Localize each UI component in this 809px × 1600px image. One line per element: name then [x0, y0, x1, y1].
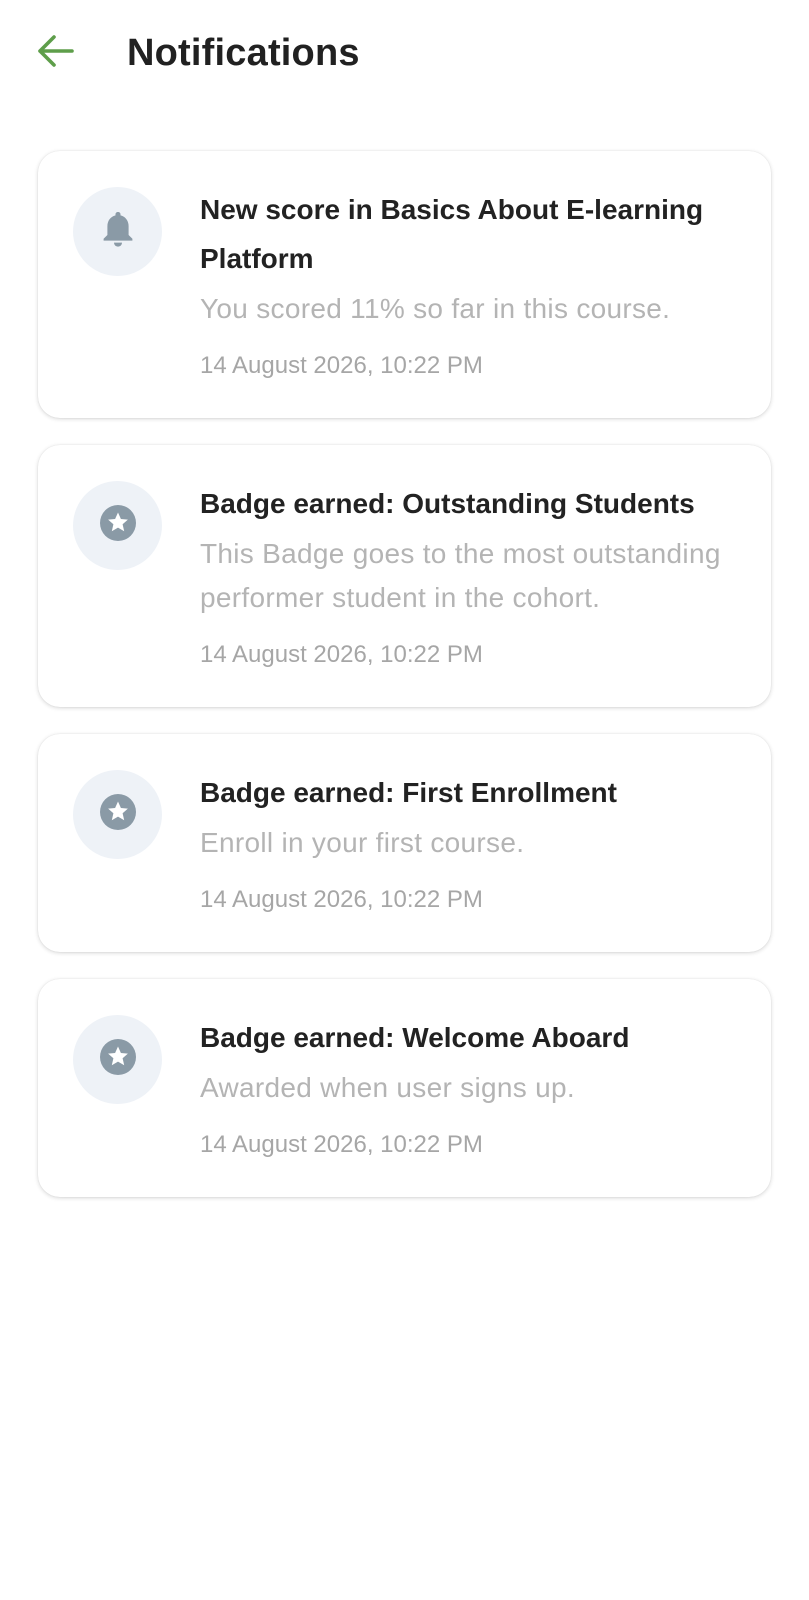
- notification-icon-container: [73, 1015, 162, 1104]
- notification-card[interactable]: New score in Basics About E-learning Pla…: [38, 151, 771, 418]
- notification-card[interactable]: Badge earned: Welcome Aboard Awarded whe…: [38, 979, 771, 1197]
- star-badge-icon: [99, 504, 137, 547]
- notification-body: This Badge goes to the most outstanding …: [200, 538, 721, 613]
- notification-body: Awarded when user signs up.: [200, 1072, 575, 1103]
- notification-card[interactable]: Badge earned: Outstanding Students This …: [38, 445, 771, 707]
- star-badge-icon: [99, 793, 137, 836]
- notification-title: Badge earned: Outstanding Students: [200, 488, 695, 519]
- notification-card[interactable]: Badge earned: First Enrollment Enroll in…: [38, 734, 771, 952]
- back-button[interactable]: [30, 30, 80, 76]
- notification-icon-container: [73, 187, 162, 276]
- app-header: Notifications: [0, 0, 809, 106]
- notification-icon-container: [73, 770, 162, 859]
- notification-list: New score in Basics About E-learning Pla…: [38, 151, 771, 1224]
- notification-body: Enroll in your first course.: [200, 827, 525, 858]
- notification-timestamp: 14 August 2026, 10:22 PM: [200, 1131, 483, 1158]
- notification-timestamp: 14 August 2026, 10:22 PM: [200, 352, 483, 379]
- notification-icon-container: [73, 481, 162, 570]
- star-badge-icon: [99, 1038, 137, 1081]
- notification-timestamp: 14 August 2026, 10:22 PM: [200, 886, 483, 913]
- notification-title: Badge earned: Welcome Aboard: [200, 1022, 630, 1053]
- notification-timestamp: 14 August 2026, 10:22 PM: [200, 641, 483, 668]
- notification-title: New score in Basics About E-learning Pla…: [200, 194, 704, 274]
- bell-icon: [101, 210, 135, 253]
- notification-title: Badge earned: First Enrollment: [200, 777, 617, 808]
- notification-body: You scored 11% so far in this course.: [200, 293, 671, 324]
- arrow-left-icon: [35, 33, 75, 74]
- page-title: Notifications: [127, 32, 360, 74]
